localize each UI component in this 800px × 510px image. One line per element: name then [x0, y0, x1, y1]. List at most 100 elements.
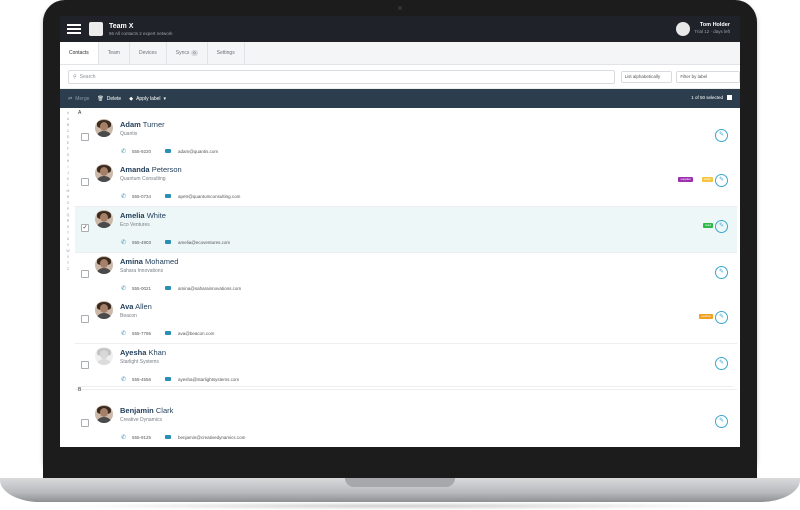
row-checkbox[interactable] — [81, 315, 89, 323]
contact-avatar — [95, 210, 113, 228]
merge-icon: ⇄ — [68, 95, 73, 102]
select-all-checkbox[interactable] — [727, 95, 732, 100]
contact-name[interactable]: Adam Turner — [120, 120, 165, 129]
contact-phone[interactable]: 555-0021 — [132, 286, 151, 291]
row-checkbox[interactable] — [81, 270, 89, 278]
edit-icon[interactable]: ✎ — [715, 129, 728, 142]
contact-phone[interactable]: 555-4903 — [132, 240, 151, 245]
contact-name[interactable]: Amanda Peterson — [120, 165, 182, 174]
contact-name[interactable]: Benjamin Clark — [120, 406, 173, 415]
alphabet-letter[interactable]: Z — [64, 266, 72, 272]
contact-company: Beacon — [120, 313, 137, 319]
sort-select[interactable]: List alphabetically — [620, 70, 673, 83]
contact-email[interactable]: benjamin@creativedynamics.com — [178, 435, 245, 440]
contact-avatar — [95, 164, 113, 182]
contact-company: Sahara Innovations — [120, 268, 164, 274]
contact-phone[interactable]: 555-7786 — [132, 331, 151, 336]
team-info[interactable]: Team X 96 All contacts 2 expert network — [109, 23, 173, 36]
camera — [398, 6, 402, 10]
contact-company: Creative Dynamics — [120, 417, 162, 423]
contact-email[interactable]: ava@beacon.com — [178, 331, 214, 336]
phone-icon: ✆ — [121, 435, 127, 441]
contact-email[interactable]: apetr@quantumconsulting.com — [178, 194, 240, 199]
user-info[interactable]: Tom Holder Trial 12 · days left — [694, 22, 730, 34]
team-subtitle: 96 All contacts 2 expert network — [109, 30, 173, 36]
edit-icon[interactable]: ✎ — [715, 266, 728, 279]
contact-company: Starlight Systems — [120, 359, 159, 365]
contact-name[interactable]: Ayesha Khan — [120, 348, 166, 357]
contact-row[interactable]: ✓ Amelia White Eco Ventures ✆ 555-4903 amelia… — [75, 207, 737, 253]
search-icon: ⚲ — [73, 73, 77, 80]
edit-icon[interactable]: ✎ — [715, 415, 728, 428]
tab-label: Devices — [138, 50, 157, 56]
contact-email[interactable]: amina@saharainnovations.com — [178, 286, 241, 291]
contact-phone[interactable]: 555-0734 — [132, 194, 151, 199]
contact-email[interactable]: adam@quantis.com — [178, 149, 218, 154]
first-name: Ava — [120, 302, 134, 311]
contact-phone[interactable]: 555-9220 — [132, 149, 151, 154]
edit-icon[interactable]: ✎ — [715, 220, 728, 233]
apply-label-text: Apply label — [136, 95, 161, 102]
search-input[interactable]: ⚲ Search — [68, 69, 615, 84]
trash-icon: 🗑 — [97, 95, 104, 102]
first-name: Amelia — [120, 211, 145, 220]
tab-settings[interactable]: Settings — [208, 42, 245, 64]
edit-icon[interactable]: ✎ — [715, 311, 728, 324]
email-icon — [165, 435, 171, 439]
merge-button[interactable]: ⇄ Merge — [68, 96, 89, 102]
tab-label: Team — [107, 50, 120, 56]
tag-icon: ◆ — [129, 95, 134, 102]
email-icon — [165, 377, 171, 381]
app-screen: Team X 96 All contacts 2 expert network … — [60, 16, 740, 447]
delete-button[interactable]: 🗑 Delete — [97, 96, 121, 102]
edit-icon[interactable]: ✎ — [715, 357, 728, 370]
row-checkbox[interactable] — [81, 133, 89, 141]
contact-row[interactable]: Amanda Peterson Quantum Consulting ✆ 555-07… — [75, 161, 737, 207]
laptop-chin — [43, 447, 757, 478]
sort-label: List alphabetically — [624, 74, 661, 79]
user-avatar[interactable] — [676, 22, 690, 36]
contact-name[interactable]: Amelia White — [120, 211, 166, 220]
label-tag: partner — [699, 314, 713, 319]
phone-icon: ✆ — [121, 331, 127, 337]
phone-icon: ✆ — [121, 377, 127, 383]
contact-email[interactable]: ayesha@starlightsystems.com — [178, 377, 239, 382]
first-name: Benjamin — [120, 406, 154, 415]
contact-name[interactable]: Ava Allen — [120, 302, 152, 311]
row-checkbox[interactable]: ✓ — [81, 224, 89, 232]
edit-icon[interactable]: ✎ — [715, 174, 728, 187]
contact-name[interactable]: Amina Mohamed — [120, 257, 178, 266]
email-icon — [165, 194, 171, 198]
tab-devices[interactable]: Devices — [130, 42, 167, 64]
row-checkbox[interactable] — [81, 178, 89, 186]
tab-contacts[interactable]: Contacts — [60, 42, 99, 64]
contact-email[interactable]: amelia@ecoventures.com — [178, 240, 230, 245]
contact-row[interactable]: Adam Turner Quantis ✆ 555-9220 adam@quantis.… — [75, 116, 737, 162]
menu-icon[interactable] — [67, 22, 81, 36]
search-row: ⚲ Search List alphabetically Filter by la… — [60, 65, 740, 89]
first-name: Amina — [120, 257, 143, 266]
tab-label: Settings — [216, 50, 235, 56]
label-tag: client — [701, 177, 713, 182]
contact-row[interactable]: Amina Mohamed Sahara Innovations ✆ 555-0021… — [75, 253, 737, 299]
last-name: White — [146, 211, 166, 220]
row-checkbox[interactable] — [81, 361, 89, 369]
contact-row[interactable]: Ayesha Khan Starlight Systems ✆ 555-4556 aye… — [75, 344, 737, 390]
contact-row[interactable]: Ava Allen Beacon ✆ 555-7786 ava@beacon.com ✎ p… — [75, 298, 737, 344]
contact-phone[interactable]: 555-4556 — [132, 377, 151, 382]
phone-icon: ✆ — [121, 194, 127, 200]
filter-select[interactable]: Filter by label — [676, 70, 740, 83]
selection-count: 1 of 50 selected — [691, 95, 723, 100]
contact-row[interactable]: Benjamin Clark Creative Dynamics ✆ 555-9125… — [75, 402, 737, 447]
contact-avatar — [95, 119, 113, 137]
user-name: Tom Holder — [699, 22, 730, 28]
phone-icon: ✆ — [121, 286, 127, 292]
apply-label-button[interactable]: ◆ Apply label ▾ — [129, 96, 169, 102]
tab-team[interactable]: Team — [99, 42, 130, 64]
contact-avatar — [95, 347, 113, 365]
row-checkbox[interactable] — [81, 419, 89, 427]
tab-label: Syncs — [175, 50, 190, 56]
last-name: Khan — [148, 348, 167, 357]
tab-syncs[interactable]: Syncs 0 — [167, 42, 208, 64]
contact-phone[interactable]: 555-9125 — [132, 435, 151, 440]
